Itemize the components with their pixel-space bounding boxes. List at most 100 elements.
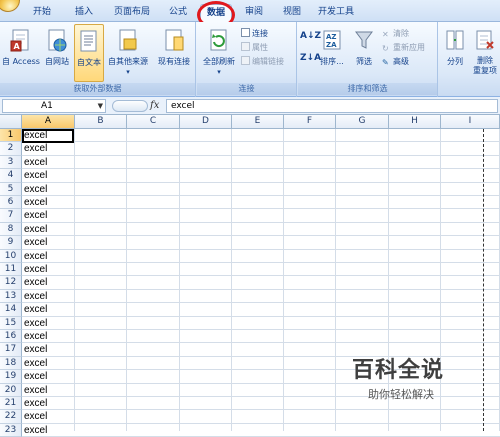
cell-a6[interactable]: excel (23, 196, 73, 209)
from-access-button[interactable]: A 自 Access (2, 24, 40, 82)
cell-a7[interactable]: excel (23, 209, 73, 222)
properties-label: 属性 (252, 43, 268, 52)
cell-a8[interactable]: excel (23, 223, 73, 236)
sort-button[interactable]: AZ ZA 排序... (318, 24, 346, 82)
column-header-f[interactable]: F (284, 115, 336, 129)
select-all-corner[interactable] (0, 115, 22, 129)
group-label-connections: 连接 (197, 83, 296, 95)
row-header[interactable]: 8 (0, 222, 22, 237)
cell-a18[interactable]: excel (23, 357, 73, 370)
from-text-button[interactable]: 自文本 (74, 24, 104, 82)
advanced-button[interactable]: ✎ 高级 (382, 55, 409, 68)
reapply-button[interactable]: ↻ 重新应用 (382, 41, 425, 54)
column-header-c[interactable]: C (127, 115, 180, 129)
filter-button[interactable]: 筛选 (350, 24, 378, 82)
cell-a20[interactable]: excel (23, 384, 73, 397)
formula-bar-resize-handle[interactable] (112, 100, 148, 112)
cell-a19[interactable]: excel (23, 370, 73, 383)
existing-connections-label: 现有连接 (158, 57, 190, 66)
connections-button[interactable]: 连接 (241, 27, 268, 40)
tab-view[interactable]: 视图 (278, 4, 306, 22)
row-gridline (22, 235, 500, 237)
cell-a4[interactable]: excel (23, 169, 73, 182)
edit-links-button[interactable]: 编辑链接 (241, 55, 284, 68)
row-header[interactable]: 13 (0, 289, 22, 304)
tab-review[interactable]: 审阅 (240, 4, 268, 22)
row-gridline (22, 168, 500, 170)
row-gridline (22, 422, 500, 424)
from-other-sources-button[interactable]: 自其他来源 ▾ (106, 24, 150, 82)
formula-input[interactable]: excel (166, 99, 498, 113)
dropdown-arrow-icon: ▾ (126, 68, 130, 76)
row-header[interactable]: 6 (0, 196, 22, 210)
office-button[interactable] (0, 0, 20, 12)
text-to-columns-button[interactable]: 分列 (441, 24, 469, 82)
row-header[interactable]: 3 (0, 155, 22, 170)
row-gridline (22, 329, 500, 330)
column-header-i[interactable]: I (441, 115, 500, 129)
row-gridline (22, 221, 500, 223)
row-header[interactable]: 18 (0, 356, 22, 371)
row-header[interactable]: 10 (0, 249, 22, 263)
refresh-all-button[interactable]: 全部刷新 ▾ (199, 24, 239, 82)
row-header[interactable]: 17 (0, 343, 22, 357)
row-header[interactable]: 15 (0, 316, 22, 330)
tab-developer[interactable]: 开发工具 (314, 4, 358, 22)
cell-a5[interactable]: excel (23, 183, 73, 196)
cell-a3[interactable]: excel (23, 156, 73, 169)
name-box[interactable]: A1 ▼ (2, 99, 106, 113)
insert-function-icon[interactable]: fx (150, 99, 162, 113)
tab-insert[interactable]: 插入 (70, 4, 98, 22)
column-header-a[interactable]: A (22, 115, 75, 129)
existing-connections-button[interactable]: 现有连接 (154, 24, 194, 82)
column-header-g[interactable]: G (336, 115, 389, 129)
cell-a11[interactable]: excel (23, 263, 73, 276)
cell-a10[interactable]: excel (23, 250, 73, 263)
cell-a2[interactable]: excel (23, 142, 73, 155)
row-header[interactable]: 16 (0, 330, 22, 344)
properties-button[interactable]: 属性 (241, 41, 268, 54)
cell-a15[interactable]: excel (23, 317, 73, 330)
cell-a13[interactable]: excel (23, 290, 73, 303)
row-gridline (22, 195, 500, 196)
clear-button[interactable]: ✕ 清除 (382, 27, 409, 40)
tab-data[interactable]: 数据 (200, 4, 232, 22)
column-header-h[interactable]: H (389, 115, 441, 129)
column-gridline (74, 129, 75, 431)
row-header[interactable]: 5 (0, 182, 22, 196)
cell-a12[interactable]: excel (23, 276, 73, 289)
cell-a16[interactable]: excel (23, 330, 73, 343)
dropdown-arrow-icon: ▾ (217, 68, 221, 76)
remove-duplicates-button[interactable]: 删除 重复项 (471, 24, 499, 82)
cell-a23[interactable]: excel (23, 424, 73, 437)
column-header-d[interactable]: D (180, 115, 232, 129)
tab-home[interactable]: 开始 (28, 4, 56, 22)
row-header[interactable]: 1 (0, 129, 22, 143)
cell-a17[interactable]: excel (23, 343, 73, 356)
row-header[interactable]: 20 (0, 383, 22, 397)
row-header[interactable]: 4 (0, 169, 22, 183)
row-header[interactable]: 14 (0, 303, 22, 317)
row-header[interactable]: 22 (0, 410, 22, 424)
row-header[interactable]: 12 (0, 276, 22, 290)
column-header-b[interactable]: B (75, 115, 127, 129)
cell-a9[interactable]: excel (23, 236, 73, 249)
cell-a14[interactable]: excel (23, 303, 73, 316)
cell-a21[interactable]: excel (23, 397, 73, 410)
tab-page-layout[interactable]: 页面布局 (110, 4, 154, 22)
name-box-dropdown-icon[interactable]: ▼ (98, 100, 103, 112)
row-header[interactable]: 2 (0, 142, 22, 156)
row-header[interactable]: 21 (0, 397, 22, 411)
from-web-button[interactable]: 自网站 (42, 24, 72, 82)
row-gridline (22, 409, 500, 411)
reapply-icon: ↻ (382, 44, 389, 53)
cell-a22[interactable]: excel (23, 410, 73, 423)
row-header[interactable]: 23 (0, 423, 22, 437)
row-header[interactable]: 11 (0, 263, 22, 277)
cell-a1[interactable]: excel (23, 129, 73, 142)
row-header[interactable]: 19 (0, 370, 22, 384)
column-header-e[interactable]: E (232, 115, 284, 129)
row-header[interactable]: 7 (0, 209, 22, 223)
row-header[interactable]: 9 (0, 236, 22, 250)
tab-formulas[interactable]: 公式 (164, 4, 192, 22)
